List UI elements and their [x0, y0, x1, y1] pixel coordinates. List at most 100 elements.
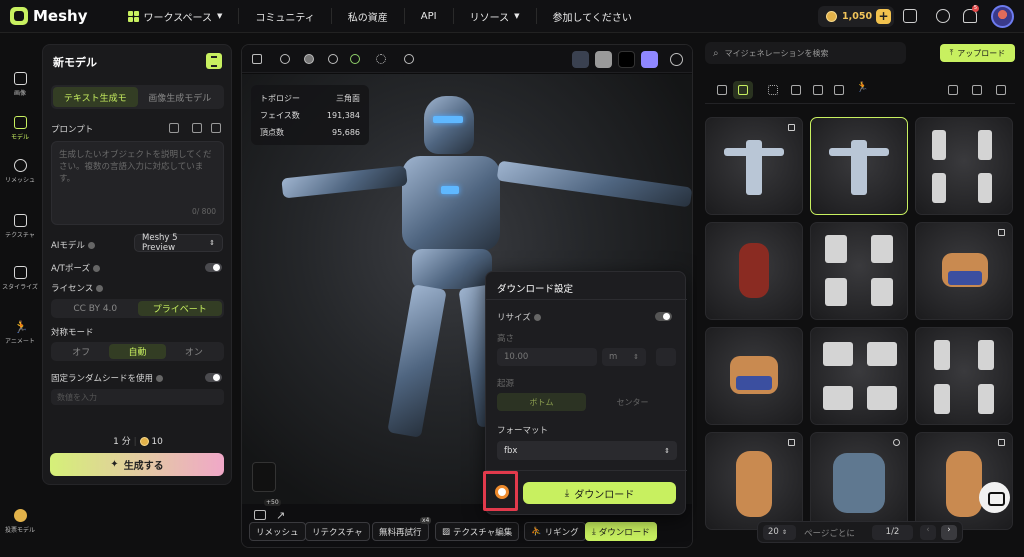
chat-support-button[interactable] — [979, 482, 1010, 513]
rigging-button[interactable]: ⛹ リギング — [524, 522, 586, 541]
origin-bottom[interactable]: ボトム — [497, 393, 586, 411]
free-retry-button[interactable]: 無料再試行 — [372, 522, 429, 541]
bg-swatch-grey[interactable] — [595, 51, 612, 68]
rail-item-remesh[interactable]: リメッシュ — [0, 159, 40, 184]
search-input[interactable]: ⌕ マイジェネレーションを検索 — [705, 42, 906, 64]
height-input[interactable]: 10.00 — [497, 348, 597, 366]
settings-icon[interactable] — [670, 53, 683, 66]
symmetry-on[interactable]: オン — [166, 344, 222, 359]
pose-figure-button[interactable] — [252, 462, 276, 492]
unit-select[interactable]: m ⇕ — [602, 348, 646, 366]
bg-swatch-texture[interactable] — [572, 51, 589, 68]
nav-workspace[interactable]: ワークスペース ▼ — [112, 8, 240, 24]
confirm-download-button[interactable]: ⤓ ダウンロード — [523, 482, 676, 504]
generation-tile[interactable] — [810, 432, 908, 530]
animation-filter-icon[interactable]: 🏃 — [856, 82, 868, 93]
rail-item-animate[interactable]: 🏃 アニメート — [0, 320, 40, 345]
folder-icon[interactable] — [717, 85, 727, 95]
upload-icon[interactable] — [206, 53, 222, 69]
upload-cloud-icon[interactable] — [254, 510, 266, 520]
nav-my-assets[interactable]: 私の資産 — [332, 8, 405, 24]
generation-tile[interactable] — [705, 432, 803, 530]
format-select[interactable]: fbx ⇕ — [497, 441, 677, 460]
next-page-button[interactable]: › — [941, 525, 957, 540]
gift-icon[interactable] — [903, 9, 917, 23]
texture-shading-icon[interactable] — [350, 54, 360, 64]
rail-item-vote[interactable]: 投票モデル — [0, 509, 40, 534]
book-icon[interactable] — [169, 123, 179, 133]
remesh-button[interactable]: リメッシュ — [249, 522, 306, 541]
meshy-logo[interactable]: Meshy — [10, 7, 88, 25]
matcap-icon[interactable] — [328, 54, 338, 64]
user-avatar[interactable] — [991, 5, 1014, 28]
at-pose-toggle[interactable] — [205, 263, 222, 272]
cube-filter-icon[interactable] — [813, 85, 823, 95]
license-private[interactable]: プライベート — [137, 301, 222, 316]
rail-item-image[interactable]: 画像 — [0, 72, 40, 97]
generation-tile[interactable] — [705, 327, 803, 425]
info-icon[interactable] — [92, 265, 100, 272]
expand-icon[interactable] — [996, 85, 1006, 95]
generation-tile[interactable] — [915, 117, 1013, 215]
texture-edit-button[interactable]: ▨ テクスチャ編集 — [435, 522, 520, 541]
help-icon[interactable] — [936, 9, 950, 23]
retexture-button[interactable]: リテクスチャ — [305, 522, 370, 541]
origin-center[interactable]: センター — [588, 393, 677, 411]
info-icon[interactable] — [87, 242, 95, 249]
clipboard-icon[interactable] — [211, 123, 221, 133]
texture-filter-icon[interactable] — [834, 85, 844, 95]
monitor-icon[interactable] — [252, 54, 262, 64]
clear-filter-icon[interactable] — [948, 85, 958, 95]
wireframe-icon[interactable] — [280, 54, 290, 64]
generation-tile[interactable] — [705, 222, 803, 320]
grid-view-icon[interactable] — [738, 85, 748, 95]
license-cc-by[interactable]: CC BY 4.0 — [53, 301, 138, 316]
symmetry-auto[interactable]: 自動 — [109, 344, 166, 359]
fit-icon[interactable] — [656, 348, 676, 366]
generation-tile[interactable] — [915, 432, 1013, 530]
rail-item-stylize[interactable]: スタイライズ — [0, 266, 40, 291]
ai-model-select[interactable]: Meshy 5 Preview ⇕ — [134, 233, 223, 253]
upload-button[interactable]: ⤒ アップロード — [940, 44, 1015, 62]
prompt-input[interactable]: 生成したいオブジェクトを説明してください。複数の言語入力に対応しています。 0/… — [51, 141, 224, 225]
seed-toggle[interactable] — [205, 373, 222, 382]
download-button[interactable]: ⤓ ダウンロード — [585, 522, 657, 541]
info-icon[interactable] — [533, 314, 541, 321]
solid-shading-icon[interactable] — [304, 54, 314, 64]
credits-badge[interactable]: 1,050 + — [818, 6, 894, 27]
tab-image-to-model[interactable]: 画像生成モデル — [138, 87, 223, 107]
bg-swatch-purple[interactable] — [641, 51, 658, 68]
tab-text-to-model[interactable]: テキスト生成モ — [53, 87, 138, 107]
generation-tile-selected[interactable] — [810, 117, 908, 215]
generation-tile[interactable] — [810, 222, 908, 320]
seed-input[interactable]: 数値を入力 — [51, 389, 224, 405]
rail-item-texture[interactable]: テクスチャ — [0, 214, 40, 239]
nav-resources[interactable]: リソース ▼ — [454, 8, 537, 24]
generation-tile[interactable] — [915, 222, 1013, 320]
per-page-select[interactable]: 20 ⇕ — [763, 525, 796, 540]
nav-api[interactable]: API — [405, 8, 454, 24]
page-indicator[interactable]: 1/2 — [872, 525, 913, 540]
generation-tile[interactable] — [705, 117, 803, 215]
resize-toggle[interactable] — [655, 312, 672, 321]
image-upload-icon[interactable] — [192, 123, 202, 133]
select-icon[interactable] — [972, 85, 982, 95]
nav-join[interactable]: 参加してください — [537, 8, 648, 24]
generation-tile[interactable] — [915, 327, 1013, 425]
info-icon[interactable] — [156, 375, 164, 382]
blender-icon[interactable] — [495, 485, 509, 499]
info-icon[interactable] — [96, 285, 104, 292]
generate-button[interactable]: ✦ 生成する — [50, 453, 224, 476]
rail-item-model[interactable]: モデル — [0, 116, 40, 141]
share-icon[interactable]: ↗ — [276, 509, 285, 522]
all-filter-icon[interactable] — [768, 85, 778, 95]
prev-page-button[interactable]: ‹ — [920, 525, 936, 540]
generation-tile[interactable] — [810, 327, 908, 425]
symmetry-off[interactable]: オフ — [53, 344, 109, 359]
globe-icon[interactable] — [404, 54, 414, 64]
nav-community[interactable]: コミュニティ — [239, 8, 332, 24]
bg-swatch-black[interactable] — [618, 51, 635, 68]
light-icon[interactable] — [376, 54, 386, 64]
image-filter-icon[interactable] — [791, 85, 801, 95]
add-credits-button[interactable]: + — [876, 9, 891, 24]
